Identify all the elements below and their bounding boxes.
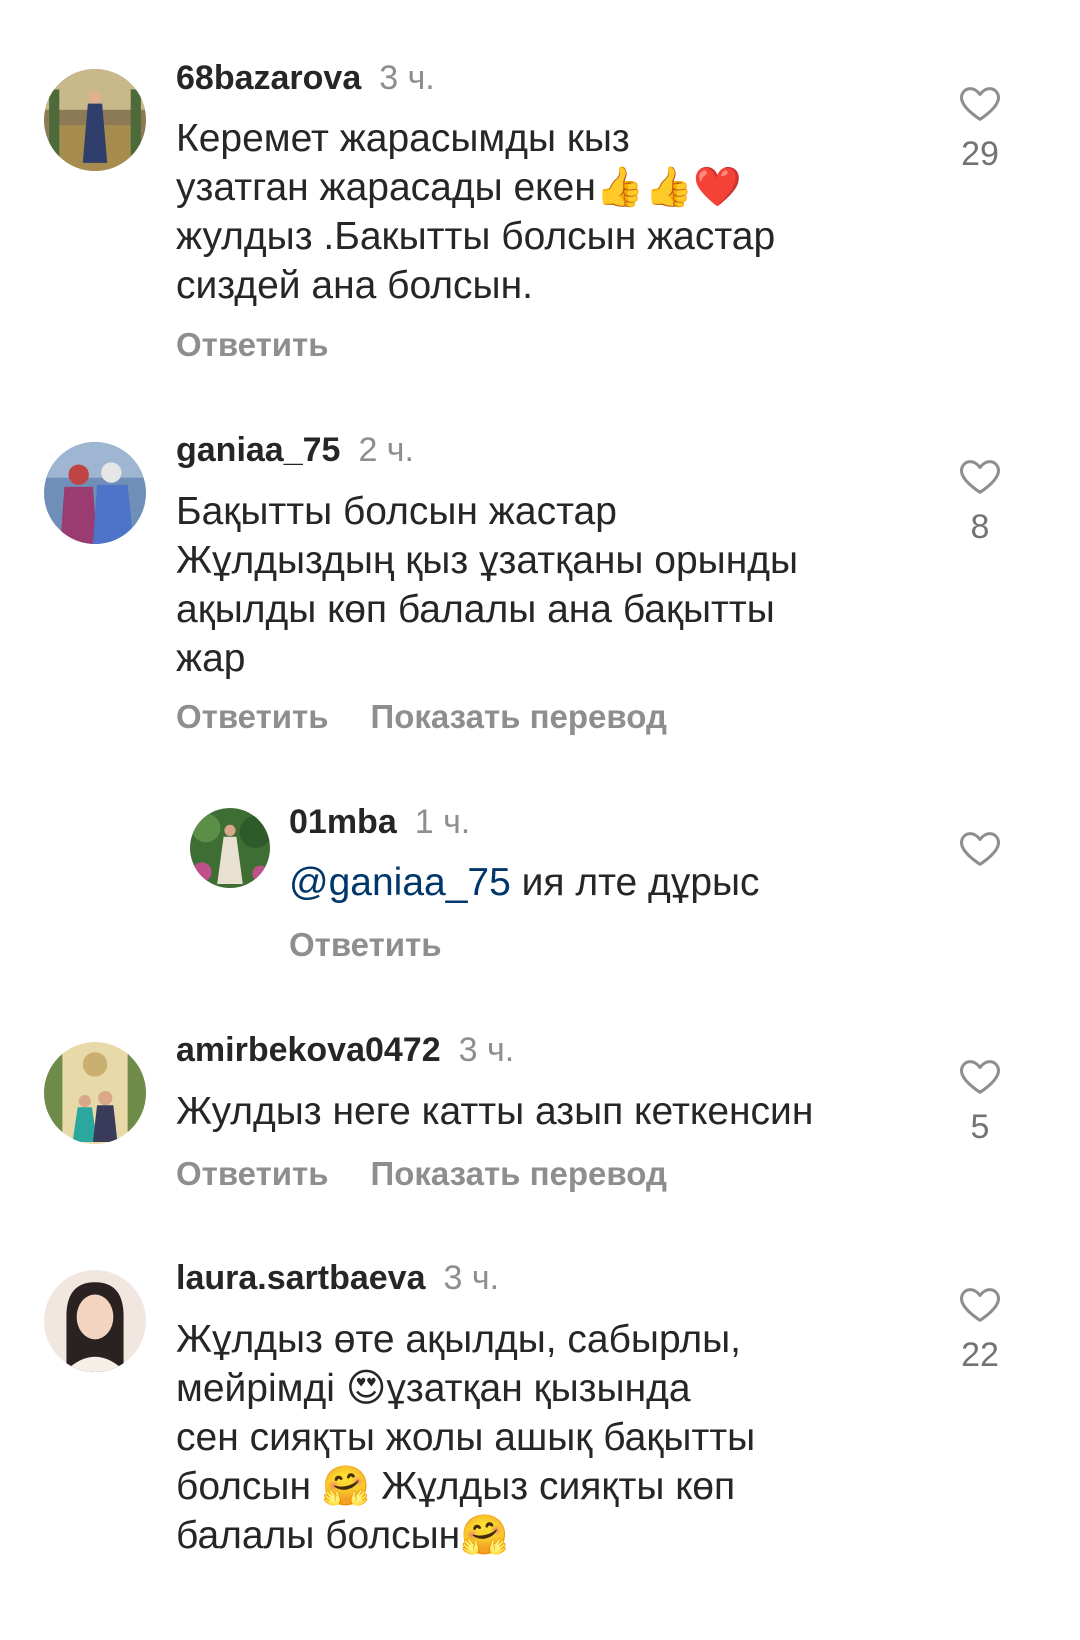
comment-text: Керемет жарасымды кыз узатган жарасады е… (176, 114, 936, 310)
heart-outline-icon[interactable] (957, 1281, 1003, 1327)
comment-line: балалы болсын🤗 (176, 1514, 509, 1557)
like-control: 5 (948, 1053, 1012, 1147)
comment-actions: Ответить (176, 326, 371, 364)
avatar-image (190, 808, 270, 888)
username[interactable]: amirbekova0472 (176, 1031, 441, 1069)
comment-line: сиздей ана болсын. (176, 264, 533, 307)
comment-actions: Ответить Показать перевод (176, 698, 709, 736)
comment-actions: Ответить (289, 926, 484, 964)
username[interactable]: ganiaa_75 (176, 431, 340, 469)
mention-link[interactable]: @ganiaa_75 (289, 861, 511, 904)
like-control: 29 (948, 80, 1012, 174)
comment-line: Жулдыз неге катты азып кеткенсин (176, 1090, 814, 1133)
reply-button[interactable]: Ответить (289, 926, 442, 963)
comment-header: 68bazarova 3 ч. (176, 58, 435, 98)
comment-line: Жұлдыздың қыз ұзатқаны орынды (176, 539, 799, 582)
show-translation-button[interactable]: Показать перевод (371, 698, 667, 735)
comment-line: жулдыз .Бакытты болсын жастар (176, 215, 776, 258)
timestamp: 3 ч. (443, 1259, 500, 1297)
avatar[interactable] (190, 808, 270, 888)
comment-line: ия лте дұрыс (510, 861, 760, 904)
comment-text: Жулдыз неге катты азып кеткенсин (176, 1087, 916, 1136)
avatar[interactable] (44, 1042, 146, 1144)
timestamp: 2 ч. (358, 431, 414, 469)
like-count: 22 (961, 1336, 999, 1374)
avatar-image (44, 69, 146, 171)
username[interactable]: laura.sartbaeva (176, 1259, 426, 1297)
heart-outline-icon[interactable] (957, 1053, 1003, 1099)
show-translation-button[interactable]: Показать перевод (371, 1155, 667, 1192)
comment-line: Керемет жарасымды кыз (176, 117, 630, 160)
comment-text: @ganiaa_75 ия лте дұрыс (289, 858, 909, 907)
comment-header: laura.sartbaeva 3 ч. (176, 1258, 499, 1298)
avatar-image (44, 1042, 146, 1144)
like-control: 22 (948, 1281, 1012, 1375)
reply-button[interactable]: Ответить (176, 698, 329, 735)
heart-outline-icon[interactable] (957, 453, 1003, 499)
like-count: 29 (961, 135, 999, 173)
comment-line: мейрімді 😍ұзатқан қызында (176, 1367, 691, 1410)
comment-header: amirbekova0472 3 ч. (176, 1030, 514, 1070)
comment-line: узатган жарасады екен👍👍❤️ (176, 166, 742, 209)
avatar[interactable] (44, 69, 146, 171)
like-count: 8 (970, 508, 990, 546)
avatar[interactable] (44, 1270, 146, 1372)
username[interactable]: 68bazarova (176, 59, 361, 97)
timestamp: 1 ч. (414, 803, 471, 841)
comment-text: Бақытты болсын жастар Жұлдыздың қыз ұзат… (176, 487, 936, 683)
timestamp: 3 ч. (458, 1031, 515, 1069)
avatar-image (44, 442, 146, 544)
like-count: 5 (970, 1108, 990, 1146)
comment-line: сен сияқты жолы ашық бақытты (176, 1416, 756, 1459)
timestamp: 3 ч. (379, 59, 435, 97)
comment-line: ақылды көп балалы ана бақытты (176, 588, 775, 631)
heart-outline-icon[interactable] (957, 80, 1003, 126)
avatar-image (44, 1270, 146, 1372)
comment-line: Бақытты болсын жастар (176, 490, 617, 533)
comment-line: Жұлдыз өте ақылды, сабырлы, (176, 1318, 741, 1361)
reply-button[interactable]: Ответить (176, 326, 329, 363)
heart-outline-icon[interactable] (957, 825, 1003, 871)
username[interactable]: 01mba (289, 803, 397, 841)
comment-actions: Ответить Показать перевод (176, 1155, 709, 1193)
avatar[interactable] (44, 442, 146, 544)
comment-line: жар (176, 637, 246, 680)
comment-header: 01mba 1 ч. (289, 802, 470, 842)
reply-button[interactable]: Ответить (176, 1155, 329, 1192)
comment-text: Жұлдыз өте ақылды, сабырлы, мейрімді 😍ұз… (176, 1315, 936, 1560)
like-control: 8 (948, 453, 1012, 547)
comment-line: болсын 🤗 Жұлдыз сияқты көп (176, 1465, 736, 1508)
comment-header: ganiaa_75 2 ч. (176, 430, 414, 470)
like-control (948, 825, 1012, 871)
